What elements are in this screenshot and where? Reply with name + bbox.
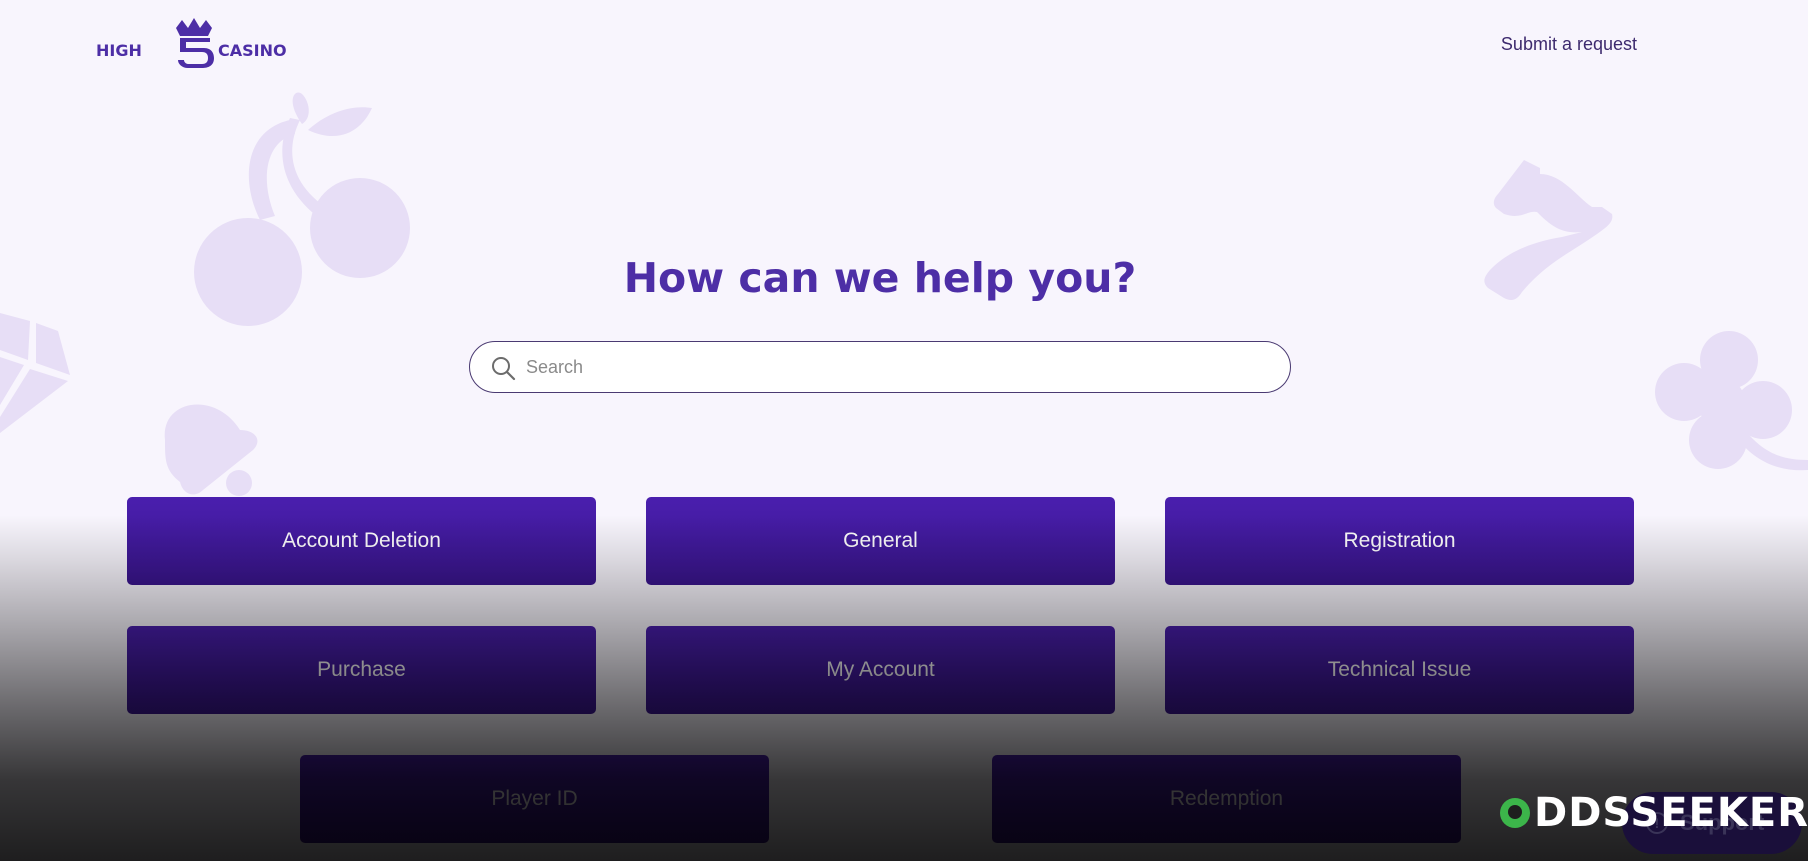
logo-text-left: HIGH bbox=[96, 41, 142, 60]
category-registration[interactable]: Registration bbox=[1165, 497, 1634, 585]
logo-text-right: CASINO bbox=[218, 41, 287, 60]
clover-icon bbox=[1655, 331, 1808, 471]
crown-icon bbox=[176, 18, 212, 36]
diamond-icon bbox=[0, 313, 70, 433]
category-player-id[interactable]: Player ID bbox=[300, 755, 769, 843]
bell-icon bbox=[164, 404, 258, 496]
watermark-text: DDSSEEKER bbox=[1534, 790, 1808, 836]
category-my-account[interactable]: My Account bbox=[646, 626, 1115, 714]
category-purchase[interactable]: Purchase bbox=[127, 626, 596, 714]
category-redemption[interactable]: Redemption bbox=[992, 755, 1461, 843]
oddsseeker-watermark: DDSSEEKER bbox=[1500, 790, 1808, 836]
category-technical-issue[interactable]: Technical Issue bbox=[1165, 626, 1634, 714]
high5-casino-logo[interactable]: HIGH CASINO bbox=[96, 14, 296, 70]
search-bar[interactable] bbox=[469, 341, 1291, 393]
oddsseeker-logo-icon bbox=[1500, 798, 1530, 828]
search-icon bbox=[492, 357, 516, 381]
submit-request-link[interactable]: Submit a request bbox=[1501, 34, 1637, 55]
category-general[interactable]: General bbox=[646, 497, 1115, 585]
category-account-deletion[interactable]: Account Deletion bbox=[127, 497, 596, 585]
header: HIGH CASINO Submit a request bbox=[0, 0, 1808, 90]
page-title: How can we help you? bbox=[623, 254, 1137, 302]
logo-five-mark bbox=[178, 38, 214, 68]
search-input[interactable] bbox=[524, 342, 1268, 393]
